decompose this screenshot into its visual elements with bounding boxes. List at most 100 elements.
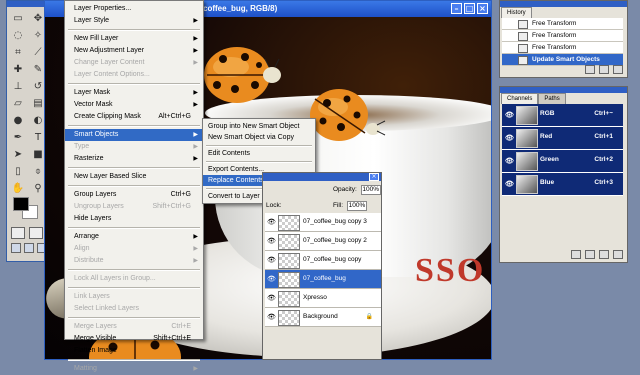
layers-panel-title-bar[interactable] bbox=[263, 173, 381, 181]
menu-item-group-layers[interactable]: Group Layers Ctrl+G bbox=[65, 189, 203, 201]
eraser-tool-icon[interactable]: ▱ bbox=[10, 96, 26, 110]
history-state-label: Update Smart Objects bbox=[532, 56, 600, 63]
menu-item-new-adjustment-layer[interactable]: New Adjustment Layer ▶ bbox=[65, 45, 203, 57]
menu-item-layer-mask[interactable]: Layer Mask ▶ bbox=[65, 87, 203, 99]
menu-item-arrange[interactable]: Arrange ▶ bbox=[65, 231, 203, 243]
menu-item-shortcut: Shift+Ctrl+G bbox=[152, 203, 191, 210]
menu-separator bbox=[68, 227, 200, 229]
menu-item-shortcut: Ctrl+G bbox=[170, 191, 191, 198]
layers-panel-close-icon[interactable]: × bbox=[369, 173, 379, 181]
standard-mode-button[interactable] bbox=[11, 227, 25, 239]
path-selection-tool-icon[interactable]: ➤ bbox=[10, 147, 26, 161]
submenu-arrow-icon: ▶ bbox=[193, 35, 198, 42]
delete-state-icon[interactable] bbox=[613, 65, 623, 74]
menu-item-new-fill-layer[interactable]: New Fill Layer ▶ bbox=[65, 33, 203, 45]
create-snapshot-icon[interactable] bbox=[599, 65, 609, 74]
pen-tool-icon[interactable]: ✒ bbox=[10, 130, 26, 144]
marquee-tool-icon[interactable]: ▭ bbox=[10, 11, 26, 25]
layer-row[interactable]: 👁 07_coffee_bug copy bbox=[265, 251, 381, 270]
menu-item-label: Matting bbox=[74, 365, 97, 372]
healing-brush-tool-icon[interactable]: ✚ bbox=[10, 62, 26, 76]
history-state-label: Free Transform bbox=[532, 44, 577, 51]
new-document-from-state-icon[interactable] bbox=[585, 65, 595, 74]
minimize-icon[interactable]: – bbox=[451, 3, 462, 14]
menu-item-vector-mask[interactable]: Vector Mask ▶ bbox=[65, 99, 203, 111]
menu-item-matting: Matting ▶ bbox=[65, 363, 203, 375]
notes-tool-icon[interactable]: ▯ bbox=[10, 164, 26, 178]
menu-item-edit-contents[interactable]: Edit Contents bbox=[203, 148, 315, 159]
blur-tool-icon[interactable]: ● bbox=[10, 113, 26, 127]
layer-thumbnail bbox=[278, 310, 300, 326]
layer-row[interactable]: 👁 07_coffee_bug copy 2 bbox=[265, 232, 381, 251]
history-state-item[interactable]: Free Transform bbox=[502, 18, 623, 30]
close-icon[interactable]: × bbox=[477, 3, 488, 14]
screen-mode-buttons bbox=[11, 243, 47, 253]
save-selection-icon[interactable] bbox=[585, 250, 595, 259]
history-panel: History Free Transform Free Transform Free… bbox=[499, 0, 628, 78]
visibility-eye-icon[interactable]: 👁 bbox=[505, 111, 514, 119]
tab-paths[interactable]: Paths bbox=[538, 93, 566, 104]
menu-item-flatten-image[interactable]: Flatten Image bbox=[65, 345, 203, 357]
visibility-eye-icon[interactable]: 👁 bbox=[267, 256, 276, 264]
history-state-item[interactable]: Free Transform bbox=[502, 42, 623, 54]
channel-shortcut: Ctrl+~ bbox=[594, 110, 613, 117]
hand-tool-icon[interactable]: ✋ bbox=[10, 181, 26, 195]
menu-separator bbox=[206, 145, 312, 147]
lasso-tool-icon[interactable]: ◌ bbox=[10, 28, 26, 42]
channel-shortcut: Ctrl+3 bbox=[594, 179, 613, 186]
channel-row-rgb[interactable]: 👁 RGB Ctrl+~ bbox=[502, 104, 623, 127]
visibility-eye-icon[interactable]: 👁 bbox=[267, 294, 276, 302]
menu-item-new-layer-based-slice[interactable]: New Layer Based Slice bbox=[65, 171, 203, 183]
history-state-item[interactable]: Free Transform bbox=[502, 30, 623, 42]
menu-item-hide-layers[interactable]: Hide Layers bbox=[65, 213, 203, 225]
visibility-eye-icon[interactable]: 👁 bbox=[505, 180, 514, 188]
fill-input[interactable]: 100% bbox=[346, 201, 367, 211]
quick-mask-mode-button[interactable] bbox=[29, 227, 43, 239]
visibility-eye-icon[interactable]: 👁 bbox=[267, 218, 276, 226]
menu-item-smart-objects[interactable]: Smart Objects ▶ bbox=[65, 129, 203, 141]
opacity-input[interactable]: 100% bbox=[360, 185, 381, 195]
channels-panel-tabs: Channels Paths bbox=[501, 93, 566, 104]
foreground-color-swatch[interactable] bbox=[13, 197, 29, 211]
history-state-label: Free Transform bbox=[532, 32, 577, 39]
visibility-eye-icon[interactable]: 👁 bbox=[505, 157, 514, 165]
layer-thumbnail bbox=[278, 291, 300, 307]
visibility-eye-icon[interactable]: 👁 bbox=[267, 275, 276, 283]
menu-item-group-into-new-smart-object[interactable]: Group into New Smart Object bbox=[203, 121, 315, 132]
channel-row-green[interactable]: 👁 Green Ctrl+2 bbox=[502, 150, 623, 173]
channel-row-blue[interactable]: 👁 Blue Ctrl+3 bbox=[502, 173, 623, 196]
visibility-eye-icon[interactable]: 👁 bbox=[267, 237, 276, 245]
menu-item-create-clipping-mask[interactable]: Create Clipping Mask Alt+Ctrl+G bbox=[65, 111, 203, 123]
menu-separator bbox=[68, 269, 200, 271]
menu-item-align: Align ▶ bbox=[65, 243, 203, 255]
menu-item-label: Rasterize bbox=[74, 155, 104, 162]
delete-channel-icon[interactable] bbox=[613, 250, 623, 259]
maximize-icon[interactable]: □ bbox=[464, 3, 475, 14]
visibility-eye-icon[interactable]: 👁 bbox=[505, 134, 514, 142]
layer-row[interactable]: 👁 07_coffee_bug copy 3 bbox=[265, 213, 381, 232]
channel-row-red[interactable]: 👁 Red Ctrl+1 bbox=[502, 127, 623, 150]
layer-row[interactable]: 👁 Background 🔒 bbox=[265, 308, 381, 327]
menu-separator bbox=[68, 185, 200, 187]
clone-stamp-tool-icon[interactable]: ⊥ bbox=[10, 79, 26, 93]
menu-item-merge-visible[interactable]: Merge Visible Shift+Ctrl+E bbox=[65, 333, 203, 345]
channel-thumbnail bbox=[516, 129, 538, 148]
full-screen-menu-mode-button[interactable] bbox=[24, 243, 34, 253]
visibility-eye-icon[interactable]: 👁 bbox=[267, 313, 276, 321]
channel-thumbnail bbox=[516, 175, 538, 194]
tab-history[interactable]: History bbox=[501, 7, 532, 18]
layer-row[interactable]: 👁 Xpresso bbox=[265, 289, 381, 308]
new-channel-icon[interactable] bbox=[599, 250, 609, 259]
menu-item-new-smart-object-via-copy[interactable]: New Smart Object via Copy bbox=[203, 132, 315, 143]
standard-screen-mode-button[interactable] bbox=[11, 243, 21, 253]
menu-item-rasterize[interactable]: Rasterize ▶ bbox=[65, 153, 203, 165]
menu-item-layer-properties[interactable]: Layer Properties... bbox=[65, 3, 203, 15]
layer-name: Background bbox=[303, 313, 338, 320]
load-channel-selection-icon[interactable] bbox=[571, 250, 581, 259]
layer-name: 07_coffee_bug copy 2 bbox=[303, 237, 367, 244]
layer-row[interactable]: 👁 07_coffee_bug bbox=[265, 270, 381, 289]
tab-channels[interactable]: Channels bbox=[501, 93, 539, 104]
crop-tool-icon[interactable]: ⌗ bbox=[10, 45, 26, 59]
cup-lettering: SSO bbox=[415, 252, 486, 289]
menu-item-layer-style[interactable]: Layer Style ▶ bbox=[65, 15, 203, 27]
